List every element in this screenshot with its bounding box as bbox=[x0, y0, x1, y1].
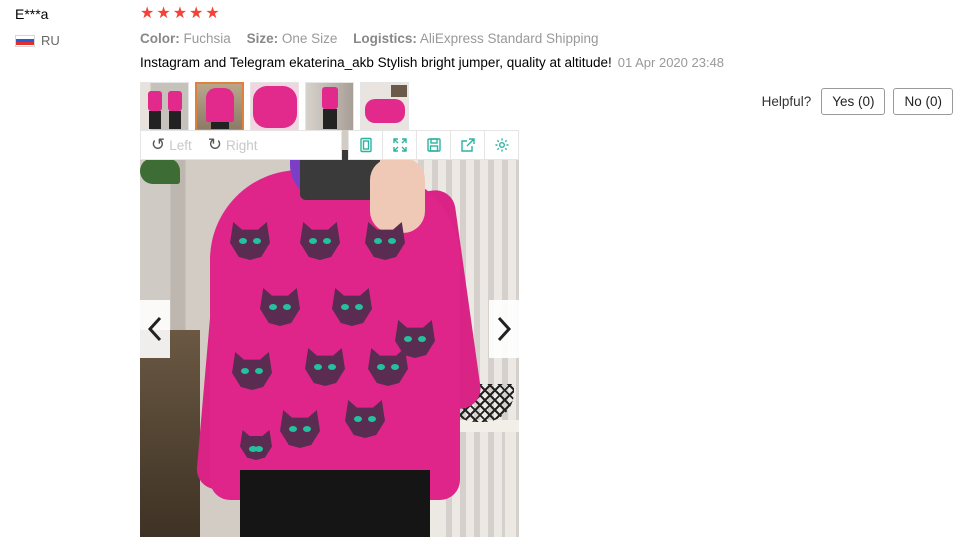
star-icon: ★ bbox=[172, 5, 188, 22]
star-icon: ★ bbox=[189, 5, 204, 22]
attr-size: Size: One Size bbox=[246, 31, 338, 46]
image-viewer: ↺ Left ↻ Right bbox=[140, 130, 519, 537]
review-date: 01 Apr 2020 23:48 bbox=[617, 55, 725, 70]
reviewer-country: RU bbox=[15, 33, 60, 48]
rating-stars: ★ ★ ★ ★ ★ bbox=[140, 5, 220, 23]
thumbnail-5[interactable] bbox=[360, 82, 409, 131]
thumbnail-4[interactable] bbox=[305, 82, 354, 131]
russia-flag-icon bbox=[15, 34, 35, 47]
attr-logistics: Logistics: AliExpress Standard Shipping bbox=[353, 31, 599, 46]
review-text: Instagram and Telegram ekaterina_akb Sty… bbox=[140, 55, 612, 70]
rotate-right-button[interactable]: ↻ Right bbox=[208, 135, 258, 155]
country-code: RU bbox=[41, 33, 60, 48]
chevron-left-icon bbox=[147, 316, 162, 342]
reviewer-name: E***a bbox=[15, 6, 49, 22]
previous-image-button[interactable] bbox=[140, 300, 170, 358]
share-icon[interactable] bbox=[450, 131, 484, 159]
vote-yes-button[interactable]: Yes (0) bbox=[821, 88, 886, 115]
fullscreen-icon[interactable] bbox=[382, 131, 416, 159]
review-photo bbox=[140, 130, 519, 537]
review-comment: Instagram and Telegram ekaterina_akb Sty… bbox=[140, 55, 724, 70]
rotate-controls: ↺ Left ↻ Right bbox=[140, 130, 342, 160]
attr-color: Color: Fuchsia bbox=[140, 31, 231, 46]
thumbnail-3[interactable] bbox=[250, 82, 299, 131]
rotate-right-icon: ↻ bbox=[207, 135, 223, 154]
next-image-button[interactable] bbox=[489, 300, 519, 358]
thumbnail-strip bbox=[140, 82, 409, 131]
star-icon: ★ bbox=[156, 5, 171, 22]
thumbnail-1[interactable] bbox=[140, 82, 189, 131]
helpful-label: Helpful? bbox=[761, 94, 812, 109]
star-icon: ★ bbox=[140, 5, 155, 22]
fit-icon[interactable] bbox=[349, 131, 382, 159]
thumbnail-2[interactable] bbox=[195, 82, 244, 131]
rotate-left-button[interactable]: ↺ Left bbox=[151, 135, 192, 155]
chevron-right-icon bbox=[497, 316, 512, 342]
star-icon: ★ bbox=[205, 5, 220, 22]
viewer-toolbar: ↺ Left ↻ Right bbox=[140, 130, 519, 160]
save-icon[interactable] bbox=[416, 131, 450, 159]
helpful-voting: Helpful? Yes (0) No (0) bbox=[762, 88, 953, 115]
settings-icon[interactable] bbox=[484, 131, 518, 159]
rotate-left-icon: ↺ bbox=[151, 135, 166, 154]
vote-no-button[interactable]: No (0) bbox=[893, 88, 953, 115]
viewer-tools bbox=[348, 130, 519, 160]
order-attributes: Color: Fuchsia Size: One Size Logistics:… bbox=[140, 31, 611, 46]
